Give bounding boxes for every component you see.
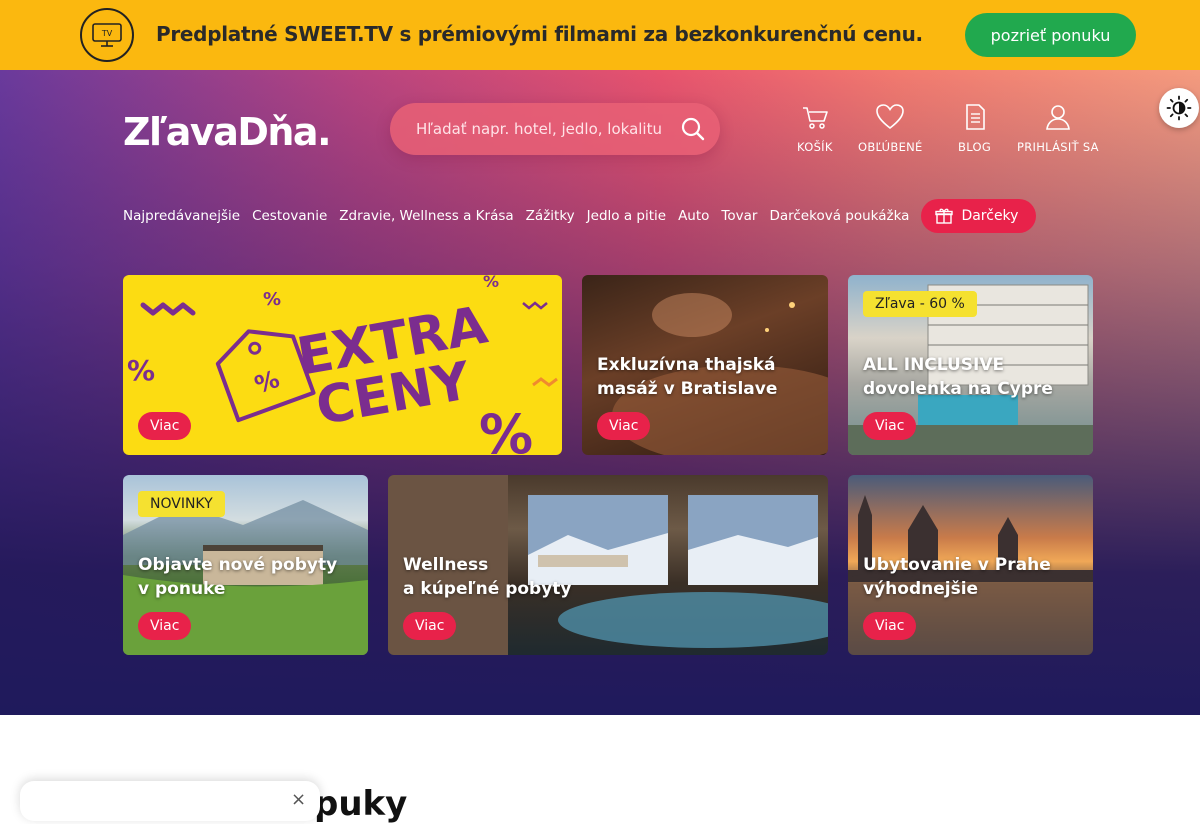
promo-card-wellness[interactable]: Wellness a kúpeľné pobyty Viac <box>388 475 828 655</box>
blog-link[interactable]: BLOG <box>958 102 991 154</box>
svg-text:%: % <box>127 354 155 387</box>
search-icon[interactable] <box>680 116 706 142</box>
svg-text:%: % <box>479 403 533 455</box>
prague-more-button[interactable]: Viac <box>863 612 917 640</box>
promo-card-extra-prices[interactable]: % % % % % EXTRA CENY Viac <box>123 275 562 455</box>
svg-text:TV: TV <box>101 29 113 38</box>
gifts-label: Darčeky <box>961 208 1019 224</box>
theme-toggle-button[interactable] <box>1159 88 1199 128</box>
nav-item-bestsellers[interactable]: Najpredávanejšie <box>123 208 240 224</box>
blog-label: BLOG <box>958 140 992 154</box>
promo-card-prague[interactable]: Ubytovanie v Prahe výhodnejšie Viac <box>848 475 1093 655</box>
heart-icon <box>876 104 905 130</box>
promo-card-new-stays[interactable]: NOVINKY Objavte nové pobyty v ponuke Via… <box>123 475 368 655</box>
nav-item-travel[interactable]: Cestovanie <box>252 208 327 224</box>
category-nav: Najpredávanejšie Cestovanie Zdravie, Wel… <box>123 199 1037 233</box>
new-badge: NOVINKY <box>138 491 225 517</box>
user-icon <box>1045 105 1070 130</box>
new-stays-more-button[interactable]: Viac <box>138 612 192 640</box>
new-stays-title: Objavte nové pobyty v ponuke <box>138 555 338 599</box>
nav-item-experiences[interactable]: Zážitky <box>526 208 575 224</box>
login-link[interactable]: PRIHLÁSIŤ SA <box>1017 102 1099 154</box>
tv-icon: TV <box>80 8 134 62</box>
gift-icon <box>935 208 954 224</box>
promo-offer-button[interactable]: pozrieť ponuku <box>965 13 1136 57</box>
svg-text:%: % <box>483 275 499 291</box>
cookie-popup: × <box>20 781 320 821</box>
promo-bar: TV Predplatné SWEET.TV s prémiovými film… <box>0 0 1200 70</box>
nav-item-gift-voucher[interactable]: Darčeková poukážka <box>769 208 909 224</box>
document-icon <box>965 104 985 130</box>
search-bar[interactable] <box>390 103 720 155</box>
favorites-label: OBĽÚBENÉ <box>858 140 923 154</box>
section-title: puky <box>314 784 408 824</box>
promo-text: Predplatné SWEET.TV s prémiovými filmami… <box>156 22 923 46</box>
wellness-title: Wellness a kúpeľné pobyty <box>403 555 572 599</box>
extra-more-button[interactable]: Viac <box>138 412 192 440</box>
sun-moon-icon <box>1166 95 1192 121</box>
promo-card-cyprus[interactable]: Zľava - 60 % ALL INCLUSIVE dovolenka na … <box>848 275 1093 455</box>
cart-link[interactable]: KOŠÍK <box>797 102 833 154</box>
site-logo[interactable]: ZľavaDňa. <box>123 110 332 154</box>
gifts-button[interactable]: Darčeky <box>921 199 1037 233</box>
discount-badge: Zľava - 60 % <box>863 291 977 317</box>
nav-item-health-wellness[interactable]: Zdravie, Wellness a Krása <box>339 208 513 224</box>
nav-item-auto[interactable]: Auto <box>678 208 709 224</box>
massage-more-button[interactable]: Viac <box>597 412 651 440</box>
svg-text:%: % <box>263 289 281 310</box>
nav-item-goods[interactable]: Tovar <box>721 208 757 224</box>
nav-item-food-drink[interactable]: Jedlo a pitie <box>587 208 666 224</box>
search-input[interactable] <box>416 120 666 138</box>
favorites-link[interactable]: OBĽÚBENÉ <box>858 102 923 154</box>
massage-title: Exkluzívna thajská masáž v Bratislave <box>597 355 778 399</box>
prague-title: Ubytovanie v Prahe výhodnejšie <box>863 555 1051 599</box>
promo-card-thai-massage[interactable]: Exkluzívna thajská masáž v Bratislave Vi… <box>582 275 828 455</box>
cyprus-more-button[interactable]: Viac <box>863 412 917 440</box>
svg-text:%: % <box>251 365 283 400</box>
cart-icon <box>802 107 828 129</box>
login-label: PRIHLÁSIŤ SA <box>1017 140 1099 154</box>
wellness-more-button[interactable]: Viac <box>403 612 457 640</box>
cyprus-title: ALL INCLUSIVE dovolenka na Cypre <box>863 355 1053 399</box>
cart-label: KOŠÍK <box>797 140 833 154</box>
